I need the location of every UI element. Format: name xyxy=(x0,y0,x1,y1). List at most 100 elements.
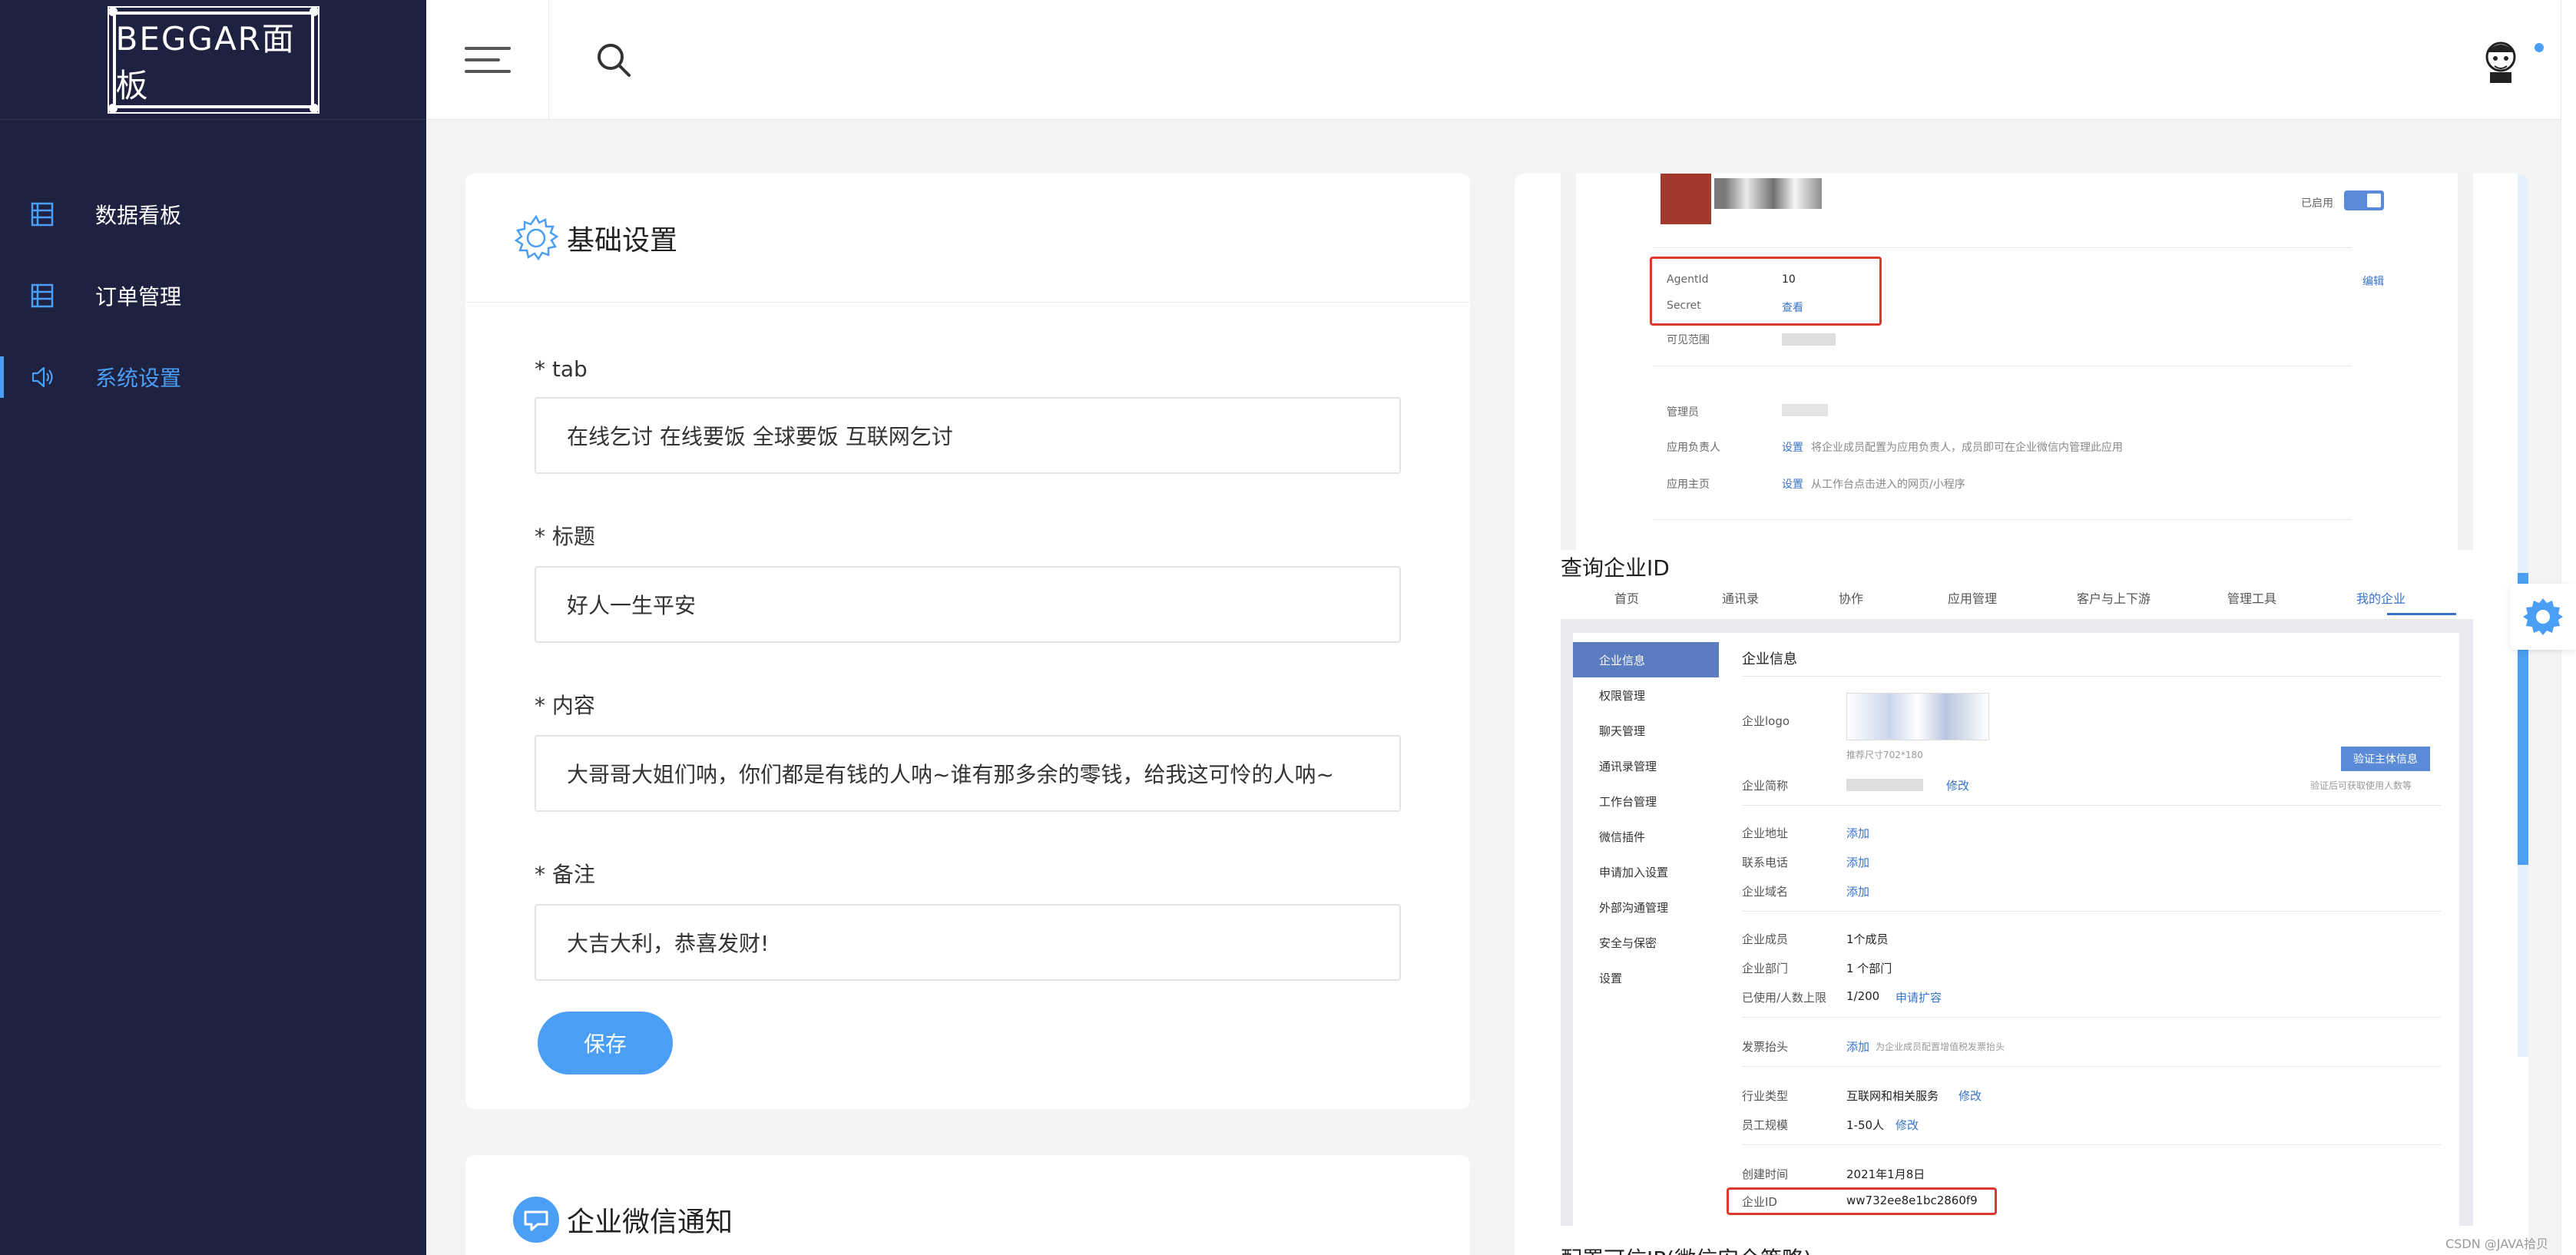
logo[interactable]: BEGGAR面板 xyxy=(107,5,320,114)
logo-label: 企业logo xyxy=(1742,714,1790,728)
logo-area: BEGGAR面板 xyxy=(0,0,426,120)
field-label-title: * 标题 xyxy=(535,524,595,549)
tab-collab[interactable]: 协作 xyxy=(1839,588,1863,607)
enabled-label: 已启用 xyxy=(2301,197,2333,210)
domain-label: 企业域名 xyxy=(1742,885,1789,899)
speaker-icon xyxy=(31,366,53,388)
settings-form: * tab 在线乞讨 在线要饭 全球要饭 互联网乞讨 * 标题 好人一生平安 *… xyxy=(465,303,1470,1075)
gear-icon xyxy=(514,214,559,260)
list-icon xyxy=(31,202,54,227)
tab-tools[interactable]: 管理工具 xyxy=(2227,588,2276,607)
address-add-link[interactable]: 添加 xyxy=(1846,825,1869,841)
used-value: 1/200 xyxy=(1846,989,1880,1003)
logo-hint: 推荐尺寸702*180 xyxy=(1846,750,1923,760)
home-set-link[interactable]: 设置 xyxy=(1782,476,1803,492)
sidenav-item[interactable]: 企业信息 xyxy=(1573,642,1719,677)
sidenav-item[interactable]: 外部沟通管理 xyxy=(1573,889,1719,925)
field-label-content: * 内容 xyxy=(535,693,595,718)
depts-value: 1 个部门 xyxy=(1846,962,1892,975)
sidenav-item[interactable]: 聊天管理 xyxy=(1573,713,1719,748)
hamburger-icon[interactable] xyxy=(426,0,549,120)
sidenav-item[interactable]: 权限管理 xyxy=(1573,677,1719,713)
scale-label: 员工规模 xyxy=(1742,1118,1789,1132)
corpid-value: ww732ee8e1bc2860f9 xyxy=(1846,1194,1978,1207)
enabled-toggle[interactable] xyxy=(2344,190,2384,210)
tab-my-company[interactable]: 我的企业 xyxy=(2356,588,2405,607)
search-icon[interactable] xyxy=(594,40,634,80)
short-name-label: 企业简称 xyxy=(1742,779,1789,793)
company-sidenav: 企业信息 权限管理 聊天管理 通讯录管理 工作台管理 微信插件 申请加入设置 外… xyxy=(1573,642,1719,995)
content-input[interactable]: 大哥哥大姐们呐，你们都是有钱的人呐~谁有那多余的零钱，给我这可怜的人呐~ xyxy=(535,735,1401,812)
notification-dot xyxy=(2535,43,2544,52)
sidenav-item[interactable]: 微信插件 xyxy=(1573,819,1719,854)
invoice-add-link[interactable]: 添加 xyxy=(1846,1038,1869,1055)
domain-add-link[interactable]: 添加 xyxy=(1846,883,1869,899)
wecom-tabs: 首页 通讯录 协作 应用管理 客户与上下游 管理工具 我的企业 xyxy=(1561,588,2473,616)
sidenav-item[interactable]: 设置 xyxy=(1573,960,1719,995)
sidenav-item[interactable]: 通讯录管理 xyxy=(1573,748,1719,783)
sidebar-item-label: 数据看板 xyxy=(95,203,182,228)
tab-apps[interactable]: 应用管理 xyxy=(1948,588,1997,607)
sidebar-item-label: 系统设置 xyxy=(95,366,182,391)
chat-bubble-icon xyxy=(513,1197,559,1243)
members-value: 1个成员 xyxy=(1846,932,1889,946)
avatar[interactable] xyxy=(2476,35,2525,84)
edit-link[interactable]: 编辑 xyxy=(2362,273,2384,289)
phone-add-link[interactable]: 添加 xyxy=(1846,854,1869,870)
floating-settings-button[interactable] xyxy=(2510,584,2576,650)
scale-modify-link[interactable]: 修改 xyxy=(1896,1117,1919,1133)
sidenav-item[interactable]: 申请加入设置 xyxy=(1573,854,1719,889)
section-title-corpid: 查询企业ID xyxy=(1561,555,1670,581)
owner-label: 应用负责人 xyxy=(1667,442,1720,454)
sidebar-item-dashboard[interactable]: 数据看板 xyxy=(0,174,426,255)
tab-input[interactable]: 在线乞讨 在线要饭 全球要饭 互联网乞讨 xyxy=(535,397,1401,474)
agentid-value: 10 xyxy=(1782,273,1796,286)
industry-modify-link[interactable]: 修改 xyxy=(1958,1088,1982,1104)
home-label: 应用主页 xyxy=(1667,478,1710,491)
sidebar-item-settings[interactable]: 系统设置 xyxy=(0,336,426,418)
depts-label: 企业部门 xyxy=(1742,962,1789,975)
tab-underline xyxy=(2387,613,2456,615)
field-label-tab: * tab xyxy=(535,356,588,382)
watermark: CSDN @JAVA拾贝 xyxy=(2445,1237,2548,1251)
blurred-range xyxy=(1782,333,1836,346)
corpid-label: 企业ID xyxy=(1742,1195,1777,1209)
used-label: 已使用/人数上限 xyxy=(1742,991,1827,1005)
verify-button[interactable]: 验证主体信息 xyxy=(2341,747,2430,771)
members-label: 企业成员 xyxy=(1742,932,1789,946)
secret-view-link[interactable]: 查看 xyxy=(1782,300,1803,315)
verify-hint: 验证后可获取使用人数等 xyxy=(2310,780,2412,791)
remark-input[interactable]: 大吉大利，恭喜发财! xyxy=(535,904,1401,981)
wechat-notify-card: 企业微信通知 xyxy=(465,1155,1470,1255)
blurred-name xyxy=(1714,178,1822,209)
owner-desc: 将企业成员配置为应用负责人，成员即可在企业微信内管理此应用 xyxy=(1811,442,2123,454)
industry-value: 互联网和相关服务 xyxy=(1846,1089,1939,1103)
gear-icon xyxy=(2523,598,2563,635)
tab-contacts[interactable]: 通讯录 xyxy=(1722,588,1759,607)
scale-value: 1-50人 xyxy=(1846,1118,1885,1132)
card-header: 基础设置 xyxy=(465,174,1470,303)
address-label: 企业地址 xyxy=(1742,826,1789,840)
title-input[interactable]: 好人一生平安 xyxy=(535,566,1401,643)
agentid-label: AgentId xyxy=(1667,273,1709,286)
created-value: 2021年1月8日 xyxy=(1846,1167,1925,1181)
sidenav-item[interactable]: 安全与保密 xyxy=(1573,925,1719,960)
app-detail-screenshot: 已启用 AgentId 10 Secret 查看 编辑 可见范围 管理员 应用负… xyxy=(1561,174,2473,550)
sidebar-item-orders[interactable]: 订单管理 xyxy=(0,255,426,336)
invoice-desc: 为企业成员配置增值税发票抬头 xyxy=(1876,1041,2005,1052)
tab-home[interactable]: 首页 xyxy=(1614,588,1639,607)
sidebar-nav: 数据看板 订单管理 系统设置 xyxy=(0,120,426,418)
field-label-remark: * 备注 xyxy=(535,862,595,887)
expand-link[interactable]: 申请扩容 xyxy=(1896,989,1942,1005)
blurred-logo xyxy=(1660,174,1711,224)
short-name-modify-link[interactable]: 修改 xyxy=(1946,777,1969,793)
agentid-highlight xyxy=(1650,257,1882,326)
company-info-screenshot: 企业信息 权限管理 聊天管理 通讯录管理 工作台管理 微信插件 申请加入设置 外… xyxy=(1561,619,2473,1226)
section-title-trusted-ip: 配置可信IP(微信安全策略) xyxy=(1561,1243,1812,1255)
save-button[interactable]: 保存 xyxy=(538,1012,673,1075)
sidenav-item[interactable]: 工作台管理 xyxy=(1573,783,1719,819)
owner-set-link[interactable]: 设置 xyxy=(1782,439,1803,455)
card-title: 企业微信通知 xyxy=(567,1207,733,1238)
tab-customers[interactable]: 客户与上下游 xyxy=(2077,588,2151,607)
top-header xyxy=(426,0,2576,120)
